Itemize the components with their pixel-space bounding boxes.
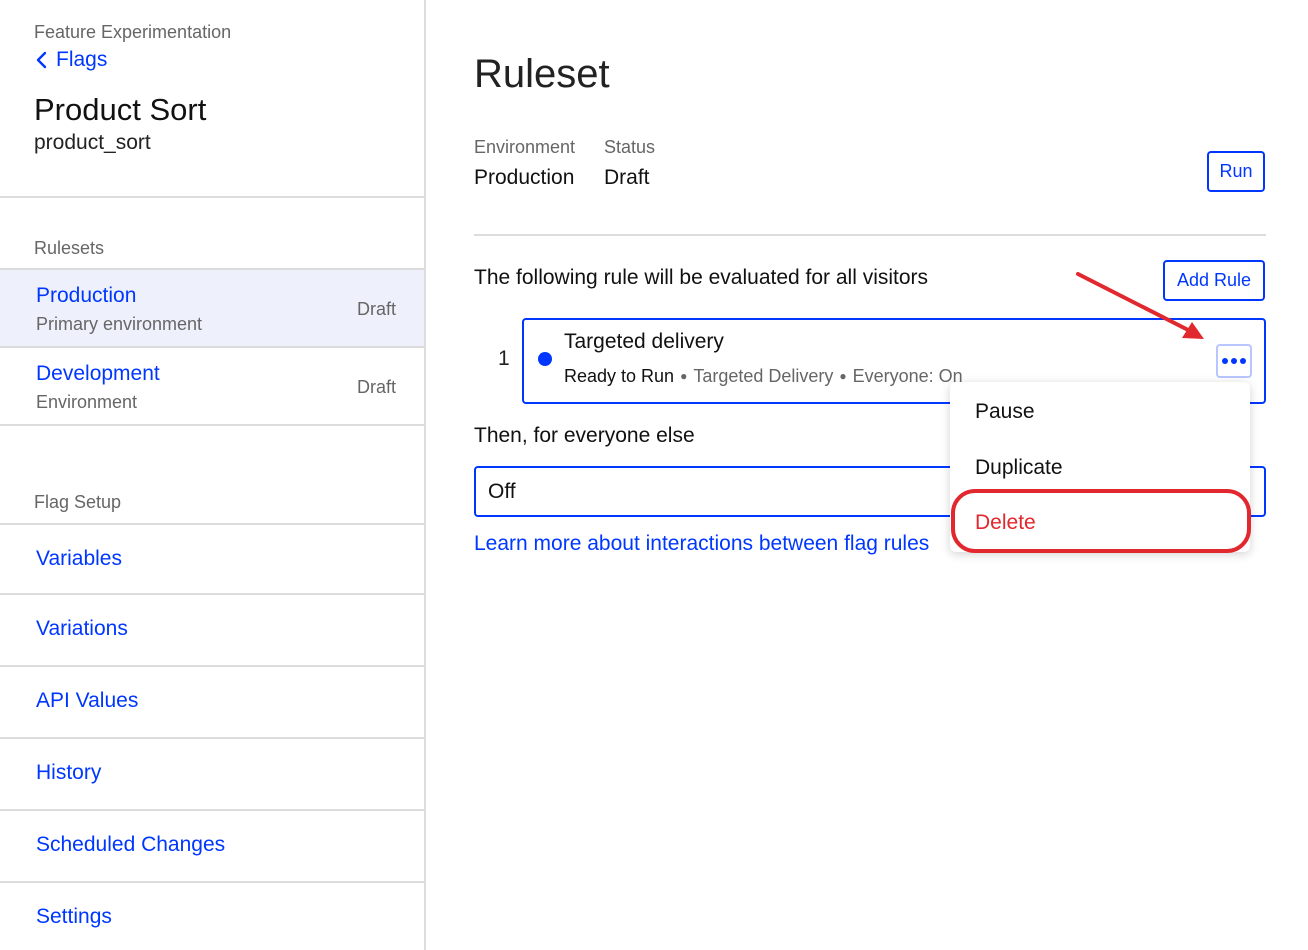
rule-intro-text: The following rule will be evaluated for… <box>474 266 929 289</box>
everyone-else-value: Off <box>488 480 516 503</box>
environment-value: Production <box>474 166 575 189</box>
ruleset-status: Draft <box>356 299 396 319</box>
sidebar-item-settings[interactable]: Settings <box>0 883 424 950</box>
sidebar-item-label: API Values <box>36 689 139 712</box>
menu-item-pause[interactable]: Pause <box>950 386 1250 436</box>
rule-name: Targeted delivery <box>564 330 724 353</box>
rule-index: 1 <box>498 347 510 370</box>
sidebar-item-label: Settings <box>36 905 112 928</box>
rulesets-section-label: Rulesets <box>34 238 105 258</box>
rule-state: Ready to Run <box>564 366 675 386</box>
rule-options-menu: Pause Duplicate Delete <box>950 382 1250 552</box>
page-title: Ruleset <box>474 52 610 96</box>
ellipsis-icon <box>1222 358 1228 364</box>
flag-name: Product Sort <box>34 92 207 127</box>
ellipsis-icon <box>1240 358 1246 364</box>
ellipsis-icon <box>1231 358 1237 364</box>
sidebar-item-history[interactable]: History <box>0 739 424 811</box>
bullet-icon: ● <box>839 369 847 383</box>
back-to-flags-link[interactable]: Flags <box>34 48 107 72</box>
flag-key: product_sort <box>34 131 151 154</box>
sidebar-item-variations[interactable]: Variations <box>0 595 424 667</box>
sidebar: Feature Experimentation Flags Product So… <box>0 0 426 950</box>
sidebar-item-label: History <box>36 761 102 784</box>
else-label: Then, for everyone else <box>474 424 695 447</box>
back-link-label: Flags <box>56 48 108 71</box>
add-rule-button[interactable]: Add Rule <box>1163 260 1265 301</box>
rule-audience: Everyone: On <box>852 366 963 386</box>
environment-label: Environment <box>474 137 576 157</box>
sidebar-item-label: Variables <box>36 547 122 570</box>
status-value: Draft <box>604 166 650 189</box>
divider <box>474 234 1266 236</box>
sidebar-item-api-values[interactable]: API Values <box>0 667 424 739</box>
menu-item-delete[interactable]: Delete <box>950 497 1250 547</box>
run-button[interactable]: Run <box>1207 151 1265 192</box>
sidebar-item-label: Scheduled Changes <box>36 833 226 856</box>
menu-item-label: Delete <box>975 511 1036 534</box>
sidebar-item-variables[interactable]: Variables <box>0 523 424 595</box>
learn-more-link[interactable]: Learn more about interactions between fl… <box>474 532 929 556</box>
menu-item-label: Pause <box>975 400 1035 423</box>
ruleset-name: Production <box>36 284 137 307</box>
flag-header: Feature Experimentation Flags Product So… <box>0 0 424 198</box>
ruleset-item-development[interactable]: Development Environment Draft <box>0 348 424 426</box>
status-label: Status <box>604 137 656 157</box>
sidebar-item-label: Variations <box>36 617 128 640</box>
sidebar-item-scheduled-changes[interactable]: Scheduled Changes <box>0 811 424 883</box>
status-dot-icon <box>538 352 552 366</box>
more-options-button[interactable] <box>1216 344 1252 378</box>
ruleset-description: Primary environment <box>36 314 203 334</box>
ruleset-status: Draft <box>356 377 396 397</box>
rule-summary: Ready to Run ● Targeted Delivery ● Everyone:… <box>564 366 963 387</box>
flag-setup-section-label: Flag Setup <box>34 492 122 512</box>
menu-item-label: Duplicate <box>975 456 1063 479</box>
menu-item-duplicate[interactable]: Duplicate <box>950 442 1250 492</box>
rule-type: Targeted Delivery <box>693 366 834 386</box>
ruleset-item-production[interactable]: Production Primary environment Draft <box>0 268 424 348</box>
bullet-icon: ● <box>680 369 688 383</box>
product-eyebrow: Feature Experimentation <box>34 22 232 42</box>
chevron-left-icon <box>36 51 47 69</box>
ruleset-description: Environment <box>36 392 138 412</box>
ruleset-name: Development <box>36 362 160 385</box>
